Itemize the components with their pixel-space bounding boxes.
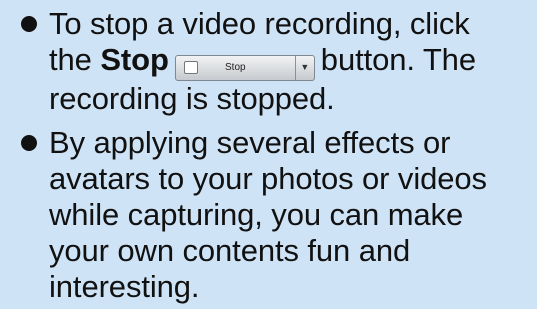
list-item: To stop a video recording, click the Sto…: [4, 6, 529, 117]
list-item: By applying several effects or avatars t…: [4, 125, 529, 305]
item-text: button. The: [320, 42, 476, 77]
item-text: recording is stopped.: [49, 80, 335, 116]
item-text: avatars to your photos or videos: [49, 160, 487, 196]
stop-button-image: Stop ▼: [174, 54, 315, 81]
help-page: To stop a video recording, click the Sto…: [0, 0, 537, 309]
bullet-icon: [21, 134, 37, 151]
item-text: your own contents fun and: [49, 232, 411, 268]
stop-button-label: Stop: [225, 61, 246, 73]
stop-button-main: Stop: [176, 56, 295, 80]
button-name: Stop: [100, 42, 169, 77]
item-text: To stop a video recording, click: [49, 6, 470, 41]
item-text: while capturing, you can make: [49, 196, 464, 232]
item-text: the: [49, 42, 92, 77]
item-text: By applying several effects or: [49, 124, 451, 160]
bullet-icon: [21, 16, 37, 32]
chevron-down-icon: ▼: [300, 62, 310, 72]
item-text: interesting.: [49, 268, 200, 304]
